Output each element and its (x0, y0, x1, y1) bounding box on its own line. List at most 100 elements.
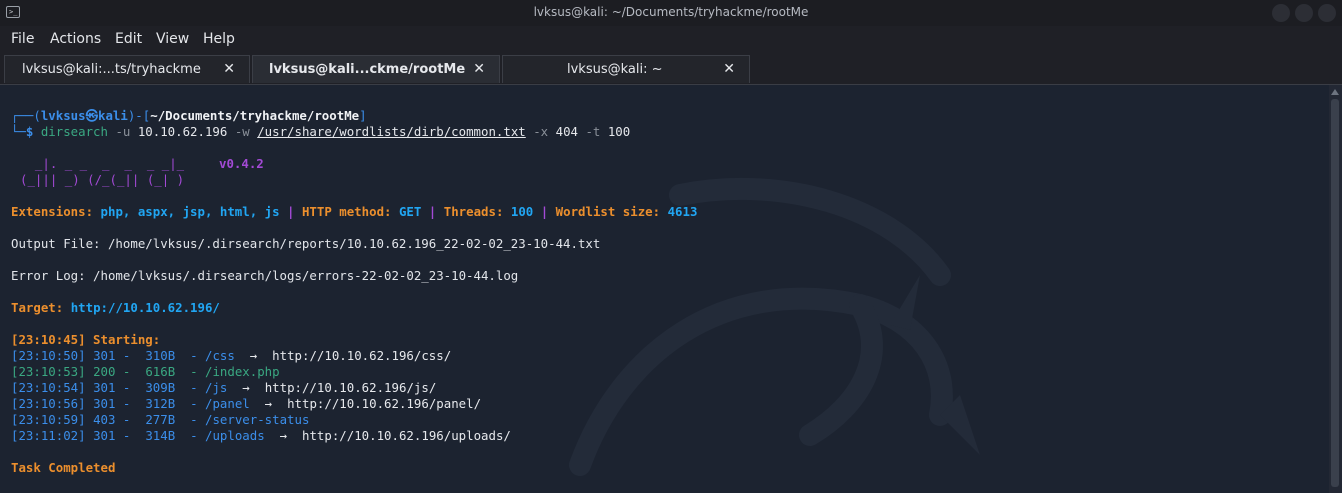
scrollbar[interactable] (1329, 85, 1342, 493)
result-separator: - (115, 396, 146, 411)
error-log-line: Error Log: /home/lvksus/.dirsearch/logs/… (11, 268, 519, 283)
tab-close-icon[interactable]: ✕ (473, 61, 485, 77)
result-path: /css (205, 348, 235, 363)
menu-file[interactable]: File (11, 31, 34, 47)
scroll-up-icon[interactable] (1331, 89, 1339, 95)
result-separator: - (115, 428, 146, 443)
starting-line: [23:10:45] Starting: (11, 332, 161, 347)
command-line: └─$ dirsearch -u 10.10.62.196 -w /usr/sh… (11, 124, 630, 140)
result-separator: - (115, 380, 146, 395)
terminal-output[interactable]: ┌──(lvksus㉿kali)-[~/Documents/tryhackme/… (0, 85, 1342, 493)
result-redirect: http://10.10.62.196/css/ (272, 348, 452, 363)
window-title: lvksus@kali: ~/Documents/tryhackme/rootM… (533, 5, 809, 19)
config-separator: | (533, 204, 556, 219)
tab-label: lvksus@kali:...ts/tryhackme (22, 62, 201, 77)
result-status: 403 (93, 412, 116, 427)
result-status: 301 (93, 428, 116, 443)
result-time: [23:10:56] (11, 396, 86, 411)
prompt-at: ㉿ (85, 108, 98, 123)
result-row: [23:10:59] 403 - 277B - /server-status (11, 412, 309, 428)
config-separator: | (279, 204, 302, 219)
result-separator: - (115, 364, 146, 379)
result-separator: - (175, 364, 205, 379)
result-separator (86, 364, 93, 379)
result-path: /server-status (205, 412, 310, 427)
tab-bar: lvksus@kali:...ts/tryhackme ✕ lvksus@kal… (0, 54, 1342, 85)
prompt-bracket: ] (359, 108, 367, 123)
prompt-user: lvksus (40, 108, 86, 123)
config-line: Extensions: php, aspx, jsp, html, js | H… (11, 204, 697, 220)
tab-close-icon[interactable]: ✕ (223, 61, 235, 77)
command-arg: 10.10.62.196 (137, 124, 228, 139)
result-separator: - (175, 412, 205, 427)
prompt-corner: ┌──( (11, 108, 41, 123)
command-flag: -x (525, 124, 556, 139)
banner-art-line1: _|. _ _ _ _ _ _|_ (20, 156, 185, 171)
maximize-button[interactable] (1295, 4, 1313, 22)
result-time: [23:10:59] (11, 412, 86, 427)
config-value: GET (398, 204, 422, 219)
result-redirect: http://10.10.62.196/panel/ (287, 396, 482, 411)
result-status: 301 (93, 380, 116, 395)
command-flag: -t (578, 124, 608, 139)
result-time: [23:10:50] (11, 348, 86, 363)
result-row: [23:10:50] 301 - 310B - /css → http://10… (11, 348, 451, 364)
scrollbar-thumb[interactable] (1331, 99, 1339, 487)
config-value: php, aspx, jsp, html, js (100, 204, 280, 219)
result-separator: - (115, 412, 146, 427)
close-window-button[interactable] (1318, 4, 1336, 22)
result-separator: - (175, 428, 205, 443)
result-separator: - (175, 380, 205, 395)
result-separator: - (115, 348, 146, 363)
redirect-arrow-icon: → (234, 348, 273, 363)
tab-label: lvksus@kali...ckme/rootMe (269, 62, 466, 77)
menu-help[interactable]: Help (203, 31, 235, 47)
tab-tryhackme[interactable]: lvksus@kali:...ts/tryhackme ✕ (4, 55, 250, 83)
result-separator: - (175, 348, 205, 363)
redirect-arrow-icon: → (264, 428, 302, 443)
tab-home[interactable]: lvksus@kali: ~ ✕ (502, 55, 750, 83)
result-row: [23:10:54] 301 - 309B - /js → http://10.… (11, 380, 436, 396)
result-redirect: http://10.10.62.196/uploads/ (302, 428, 511, 443)
result-status: 301 (93, 348, 116, 363)
result-redirect: http://10.10.62.196/js/ (264, 380, 437, 395)
result-separator (86, 412, 93, 427)
tab-close-icon[interactable]: ✕ (723, 61, 735, 77)
target-url: http://10.10.62.196/ (70, 300, 220, 315)
menubar: File Actions Edit View Help (0, 26, 1342, 54)
result-separator (86, 428, 93, 443)
menu-edit[interactable]: Edit (115, 31, 142, 47)
command-arg: 100 (607, 124, 631, 139)
result-size: 309B (145, 380, 176, 395)
result-separator (86, 396, 93, 411)
banner-art-line2: (_||| _) (/_(_|| (_| ) (20, 172, 185, 187)
result-separator (86, 380, 93, 395)
result-size: 312B (145, 396, 176, 411)
result-separator (86, 348, 93, 363)
redirect-arrow-icon: → (249, 396, 288, 411)
config-label: HTTP method: (301, 204, 399, 219)
prompt-corner: └─ (11, 124, 26, 139)
tab-rootme[interactable]: lvksus@kali...ckme/rootMe ✕ (252, 55, 500, 83)
prompt-host: kali (98, 108, 128, 123)
result-size: 277B (145, 412, 176, 427)
result-size: 616B (145, 364, 176, 379)
command-name: dirsearch (40, 124, 108, 139)
command-flag: -w (227, 124, 258, 139)
result-time: [23:10:54] (11, 380, 86, 395)
result-status: 200 (93, 364, 116, 379)
target-label: Target: (11, 300, 71, 315)
config-separator: | (421, 204, 444, 219)
config-value: 100 (510, 204, 534, 219)
result-size: 310B (145, 348, 176, 363)
menu-view[interactable]: View (156, 31, 189, 47)
result-row: [23:11:02] 301 - 314B - /uploads → http:… (11, 428, 511, 444)
result-size: 314B (145, 428, 176, 443)
tab-label: lvksus@kali: ~ (567, 62, 663, 77)
output-file-line: Output File: /home/lvksus/.dirsearch/rep… (11, 236, 601, 251)
task-completed-line: Task Completed (11, 460, 116, 475)
banner-version: v0.4.2 (219, 156, 264, 171)
minimize-button[interactable] (1272, 4, 1290, 22)
redirect-arrow-icon: → (227, 380, 265, 395)
menu-actions[interactable]: Actions (50, 31, 101, 47)
